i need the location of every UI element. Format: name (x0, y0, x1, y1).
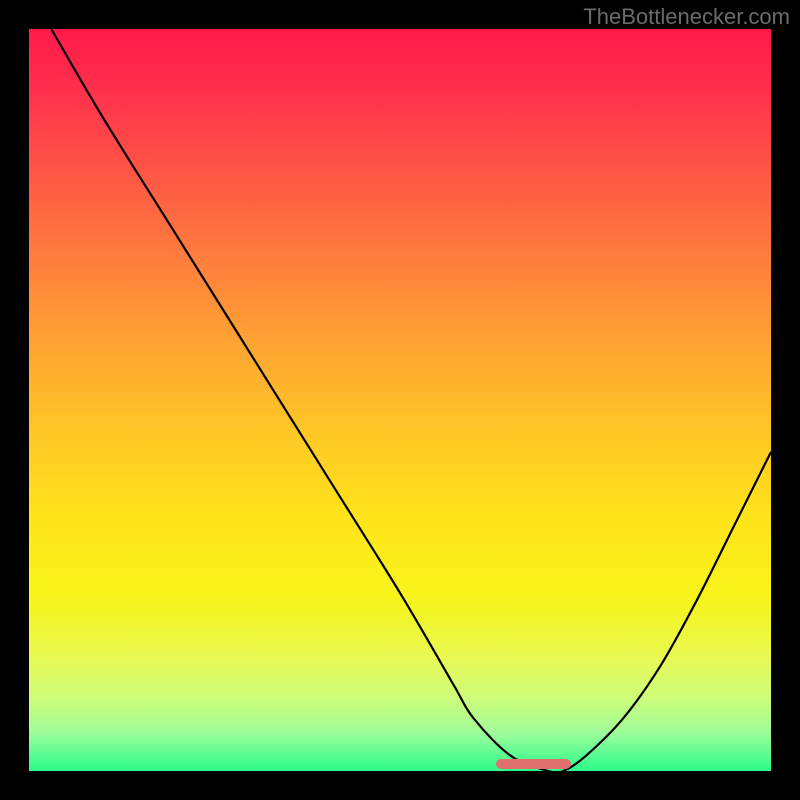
minimum-marker (496, 759, 570, 769)
chart-curve-svg (29, 29, 771, 771)
bottleneck-curve-path (51, 29, 771, 771)
chart-plot-area (29, 29, 771, 771)
watermark-text: TheBottlenecker.com (583, 4, 790, 30)
